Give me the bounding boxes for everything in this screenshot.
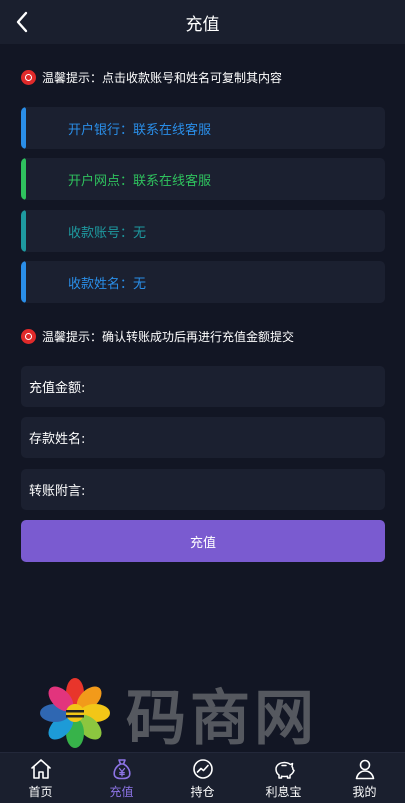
watermark-text: 码商网 (126, 683, 318, 754)
transfer-note-label: 转账附言: (29, 484, 86, 499)
payee-text: 收款姓名：无 (68, 276, 147, 292)
watermark: 码商网 (38, 676, 318, 754)
bank-text: 开户银行：联系在线客服 (68, 122, 212, 138)
amount-field[interactable]: 充值金额: (21, 366, 385, 407)
accent-bar (21, 158, 26, 200)
user-icon (355, 759, 374, 779)
tab-recharge-label: 充值 (109, 784, 134, 799)
accent-bar (21, 107, 26, 149)
accent-bar (21, 210, 26, 252)
depositor-name-field[interactable]: 存款姓名: (21, 417, 385, 458)
tab-profile[interactable]: 我的 (324, 753, 405, 803)
info-card-branch[interactable]: 开户网点：联系在线客服 (21, 158, 385, 200)
depositor-name-input[interactable] (85, 417, 385, 458)
tab-holdings-label: 持仓 (190, 784, 215, 799)
submit-button[interactable]: 充值 (21, 520, 385, 562)
chevron-left-icon (16, 11, 28, 33)
accent-bar (21, 261, 26, 303)
transfer-note-field[interactable]: 转账附言: (21, 469, 385, 510)
flower-logo-icon (40, 678, 110, 748)
piggy-bank-icon (274, 761, 295, 779)
tip-copy-text: 温馨提示：点击收款账号和姓名可复制其内容 (42, 70, 283, 85)
amount-label: 充值金额: (29, 381, 86, 396)
tab-interest[interactable]: 利息宝 (243, 753, 324, 803)
tab-recharge[interactable]: 充值 (81, 753, 162, 803)
tip-copy: 温馨提示：点击收款账号和姓名可复制其内容 (21, 68, 282, 86)
tip-confirm: 温馨提示：确认转账成功后再进行充值金额提交 (21, 327, 294, 345)
tab-interest-label: 利息宝 (265, 784, 302, 799)
alert-icon (21, 69, 36, 85)
header: 充值 (0, 0, 405, 44)
back-button[interactable] (8, 8, 36, 36)
alert-icon (21, 328, 36, 344)
transfer-note-input[interactable] (85, 469, 385, 510)
info-card-bank[interactable]: 开户银行：联系在线客服 (21, 107, 385, 149)
home-icon (30, 758, 51, 779)
amount-input[interactable] (85, 366, 385, 407)
tip-confirm-text: 温馨提示：确认转账成功后再进行充值金额提交 (42, 329, 295, 344)
info-card-account[interactable]: 收款账号：无 (21, 210, 385, 252)
bottom-tab-bar: 首页 充值 持仓 利息宝 我的 (0, 752, 405, 803)
tab-home[interactable]: 首页 (0, 753, 81, 803)
page-title: 充值 (185, 14, 220, 35)
depositor-name-label: 存款姓名: (29, 432, 86, 447)
money-bag-icon (112, 758, 131, 779)
chart-icon (192, 758, 213, 779)
info-card-payee[interactable]: 收款姓名：无 (21, 261, 385, 303)
account-text: 收款账号：无 (68, 225, 147, 241)
tab-holdings[interactable]: 持仓 (162, 753, 243, 803)
branch-text: 开户网点：联系在线客服 (68, 173, 212, 189)
tab-home-label: 首页 (28, 784, 53, 799)
tab-profile-label: 我的 (352, 784, 377, 799)
